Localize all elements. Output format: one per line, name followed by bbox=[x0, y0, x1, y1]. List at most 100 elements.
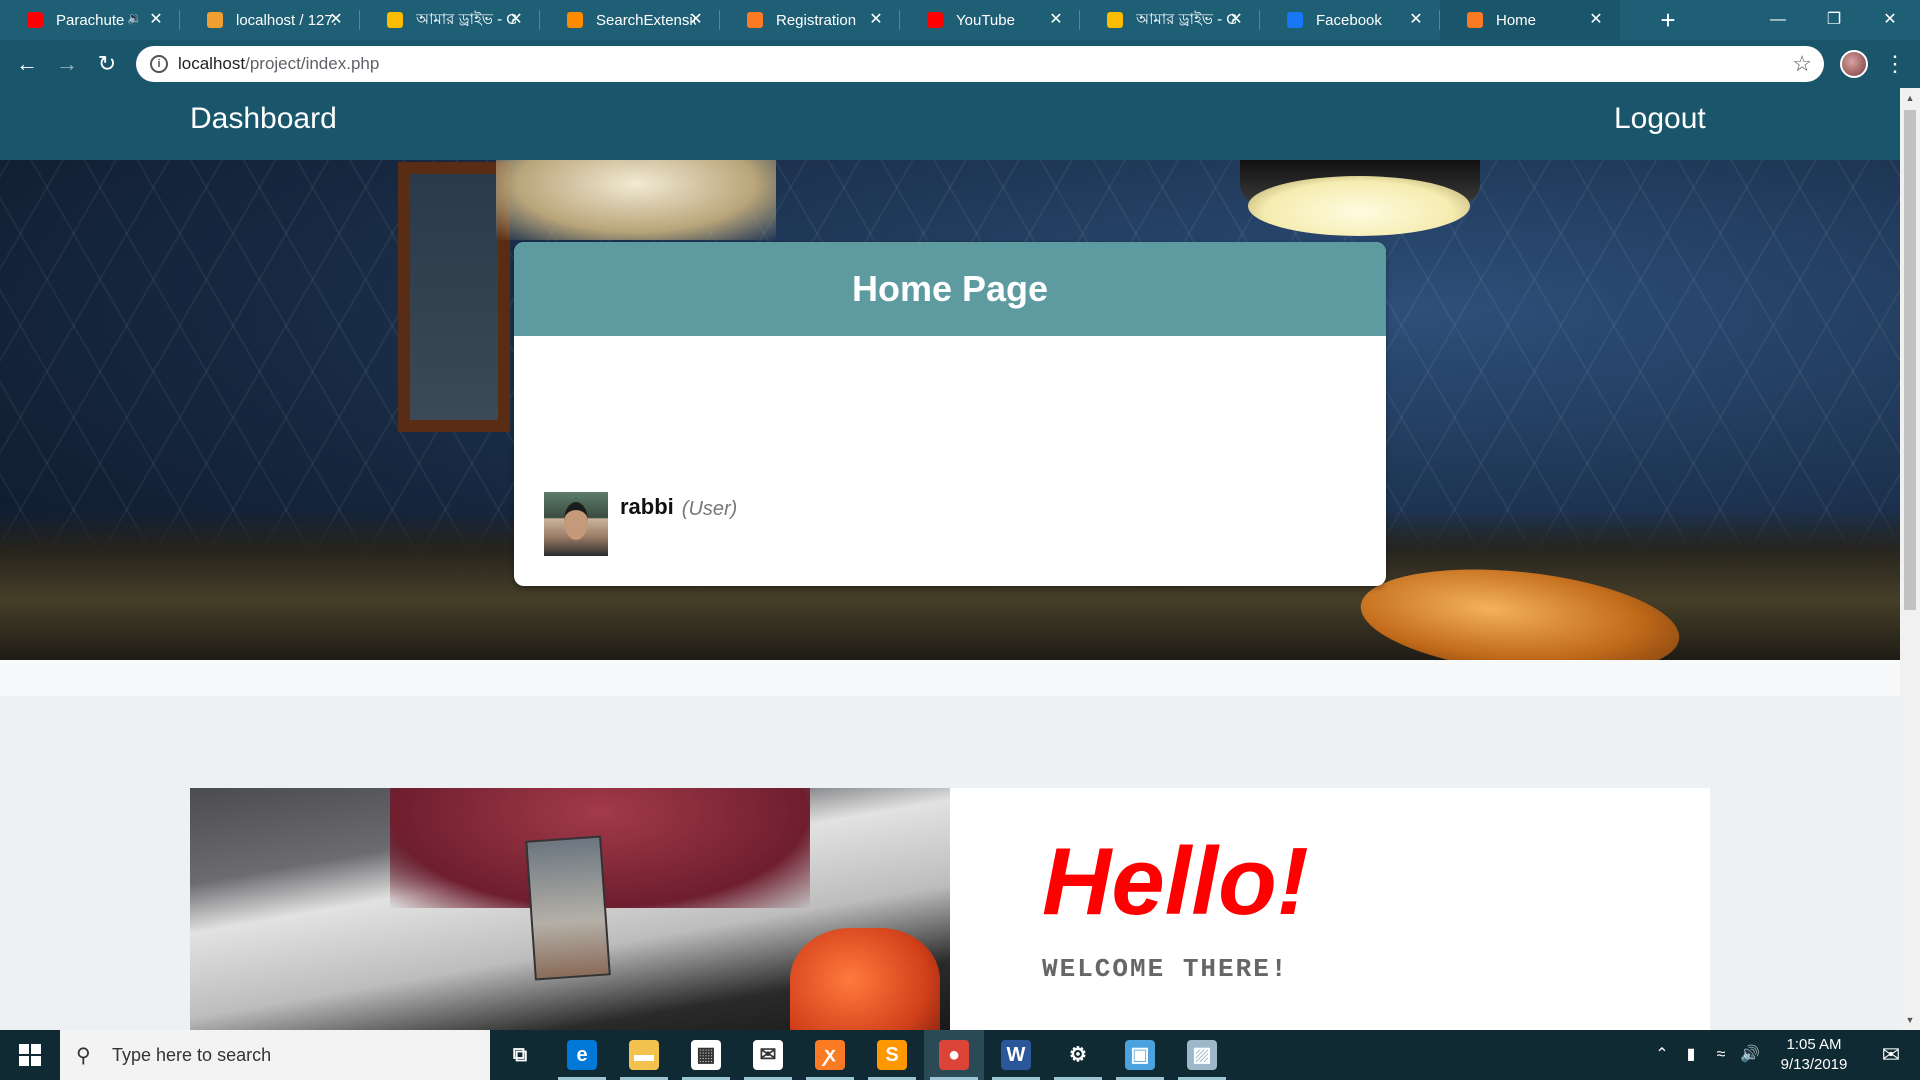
browser-tab-label: আমার ড্রাইভ - Goo bbox=[1136, 10, 1236, 28]
sublime-glyph: S bbox=[877, 1040, 907, 1070]
windows-logo-icon bbox=[19, 1044, 41, 1066]
home-card: Home Page rabbi (User) bbox=[514, 242, 1386, 586]
chrome-glyph: ● bbox=[939, 1040, 969, 1070]
tray-overflow-icon[interactable]: ⌃ bbox=[1648, 1030, 1676, 1080]
battery-icon[interactable]: ▮ bbox=[1676, 1030, 1706, 1080]
reload-icon[interactable]: ↻ bbox=[94, 51, 120, 77]
close-tab-icon[interactable]: ✕ bbox=[866, 10, 886, 30]
logout-link[interactable]: Logout bbox=[1614, 102, 1706, 136]
minimize-button[interactable]: — bbox=[1750, 0, 1806, 40]
url-host: localhost bbox=[178, 54, 246, 73]
back-icon[interactable]: ← bbox=[14, 51, 40, 77]
user-info: rabbi (User) bbox=[544, 492, 737, 556]
tab-separator bbox=[539, 10, 540, 30]
extension-icon bbox=[566, 11, 584, 29]
new-tab-button[interactable]: + bbox=[1654, 6, 1682, 34]
browser-tab-label: localhost / 127.0 bbox=[236, 11, 336, 29]
xampp-icon bbox=[1466, 11, 1484, 29]
scroll-thumb[interactable] bbox=[1904, 110, 1916, 610]
promo-backpack-decor bbox=[790, 928, 940, 1030]
xampp-glyph: ꭗ bbox=[815, 1040, 845, 1070]
url-path: /project/index.php bbox=[245, 54, 380, 73]
word-icon[interactable]: W bbox=[986, 1030, 1046, 1080]
scroll-down-icon[interactable]: ▼ bbox=[1904, 1014, 1916, 1026]
url-text[interactable]: localhost/project/index.php bbox=[178, 54, 379, 74]
google-drive-icon bbox=[1106, 11, 1124, 29]
browser-tab[interactable]: Parachute 🔉 ✕ bbox=[0, 0, 180, 40]
browser-tab[interactable]: আমার ড্রাইভ - Goo✕ bbox=[360, 0, 540, 40]
photos-glyph: ▨ bbox=[1187, 1040, 1217, 1070]
close-tab-icon[interactable]: ✕ bbox=[1586, 10, 1606, 30]
wifi-icon[interactable]: ≈ bbox=[1706, 1030, 1736, 1080]
tab-separator bbox=[1439, 10, 1440, 30]
browser-tab[interactable]: SearchExtension✕ bbox=[540, 0, 720, 40]
hero-chandelier-decor bbox=[496, 160, 776, 240]
edge-icon[interactable]: e bbox=[552, 1030, 612, 1080]
page-scrollbar[interactable]: ▲ ▼ bbox=[1900, 88, 1920, 1030]
edge-glyph: e bbox=[567, 1040, 597, 1070]
bookmark-star-icon[interactable]: ☆ bbox=[1792, 51, 1812, 77]
browser-tab[interactable]: YouTube ✕ bbox=[900, 0, 1080, 40]
sublime-icon[interactable]: S bbox=[862, 1030, 922, 1080]
profile-avatar[interactable] bbox=[1840, 50, 1868, 78]
google-drive-icon bbox=[386, 11, 404, 29]
scroll-up-icon[interactable]: ▲ bbox=[1904, 92, 1916, 104]
word-glyph: W bbox=[1001, 1040, 1031, 1070]
file-explorer-glyph: ▬ bbox=[629, 1040, 659, 1070]
photos-icon[interactable]: ▨ bbox=[1172, 1030, 1232, 1080]
close-tab-icon[interactable]: ✕ bbox=[146, 10, 166, 30]
hello-heading: Hello! bbox=[1042, 828, 1309, 935]
browser-tab[interactable]: Registration ✕ bbox=[720, 0, 900, 40]
search-placeholder: Type here to search bbox=[112, 1044, 272, 1065]
user-avatar bbox=[544, 492, 608, 556]
mail-icon[interactable]: ✉ bbox=[738, 1030, 798, 1080]
tab-separator bbox=[179, 10, 180, 30]
dashboard-link[interactable]: Dashboard bbox=[190, 102, 337, 136]
xampp-icon[interactable]: ꭗ bbox=[800, 1030, 860, 1080]
volume-icon[interactable]: 🔊 bbox=[1736, 1030, 1764, 1080]
tab-separator bbox=[719, 10, 720, 30]
chrome-icon[interactable]: ● bbox=[924, 1030, 984, 1080]
notifications-icon[interactable]: ✉ bbox=[1862, 1030, 1920, 1080]
store-icon[interactable]: ▦ bbox=[676, 1030, 736, 1080]
browser-tab-label: Facebook bbox=[1316, 11, 1382, 29]
close-tab-icon[interactable]: ✕ bbox=[686, 10, 706, 30]
close-tab-icon[interactable]: ✕ bbox=[1406, 10, 1426, 30]
xampp-icon bbox=[746, 11, 764, 29]
section-divider bbox=[0, 660, 1900, 696]
page-viewport: Dashboard Logout Home Page rabbi (User) … bbox=[0, 88, 1900, 1030]
site-info-icon[interactable]: i bbox=[150, 55, 168, 73]
promo-book-decor bbox=[525, 835, 611, 981]
close-window-button[interactable]: ✕ bbox=[1862, 0, 1918, 40]
taskbar-clock[interactable]: 1:05 AM 9/13/2019 bbox=[1764, 1035, 1864, 1075]
control-panel-icon[interactable]: ▣ bbox=[1110, 1030, 1170, 1080]
settings-icon[interactable]: ⚙ bbox=[1048, 1030, 1108, 1080]
browser-tab-label: Home bbox=[1496, 11, 1537, 29]
browser-tab[interactable]: localhost / 127.0 ✕ bbox=[180, 0, 360, 40]
browser-tab-label: আমার ড্রাইভ - Goo bbox=[416, 10, 516, 28]
windows-taskbar: ⚲ Type here to search ⌃ ▮ ≈ 🔊 1:05 AM 9/… bbox=[0, 1030, 1920, 1080]
mail-glyph: ✉ bbox=[753, 1040, 783, 1070]
address-bar[interactable]: i localhost/project/index.php ☆ bbox=[136, 46, 1824, 82]
close-tab-icon[interactable]: ✕ bbox=[506, 10, 526, 30]
youtube-icon bbox=[26, 11, 44, 29]
start-button[interactable] bbox=[0, 1030, 60, 1080]
taskbar-search-box[interactable]: ⚲ Type here to search bbox=[60, 1030, 490, 1080]
forward-icon[interactable]: → bbox=[54, 51, 80, 77]
close-tab-icon[interactable]: ✕ bbox=[1226, 10, 1246, 30]
welcome-subheading: WELCOME THERE! bbox=[1042, 954, 1289, 984]
browser-tab[interactable]: Facebook ✕ bbox=[1260, 0, 1440, 40]
browser-tab[interactable]: Home ✕ bbox=[1440, 0, 1620, 40]
tab-separator bbox=[899, 10, 900, 30]
youtube-icon bbox=[926, 11, 944, 29]
settings-glyph: ⚙ bbox=[1069, 1044, 1087, 1066]
close-tab-icon[interactable]: ✕ bbox=[1046, 10, 1066, 30]
file-explorer-icon[interactable]: ▬ bbox=[614, 1030, 674, 1080]
phpmyadmin-icon bbox=[206, 11, 224, 29]
browser-menu-icon[interactable]: ⋮ bbox=[1884, 50, 1906, 78]
audio-playing-icon[interactable]: 🔉 bbox=[127, 11, 142, 25]
close-tab-icon[interactable]: ✕ bbox=[326, 10, 346, 30]
restore-button[interactable]: ❐ bbox=[1806, 0, 1862, 40]
task-view-icon[interactable]: ⧉ bbox=[490, 1030, 550, 1080]
browser-tab[interactable]: আমার ড্রাইভ - Goo✕ bbox=[1080, 0, 1260, 40]
